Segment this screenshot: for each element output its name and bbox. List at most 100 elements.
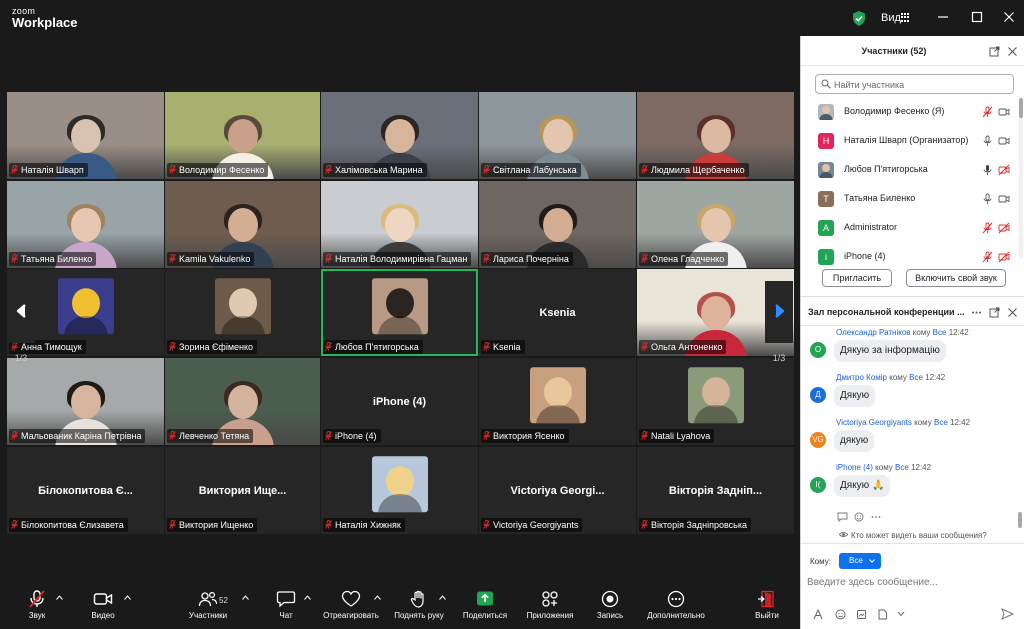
camera-off-icon[interactable] [998,164,1010,176]
participant-row[interactable]: Н Наталія Шварп (Организатор) [801,127,1017,155]
chat-more-icon[interactable] [971,307,982,318]
encryption-shield-icon[interactable] [852,11,866,26]
react-options-chevron-icon[interactable] [374,595,381,600]
video-tile[interactable]: Білокопитова Є... Білокопитова Єлизавета [7,447,164,534]
video-tile[interactable]: Natali Lyahova [637,358,794,445]
message-recipient[interactable]: Все [933,328,947,337]
video-tile[interactable]: Лариса Почерніна [479,181,636,268]
screenshot-icon[interactable] [856,609,867,620]
video-tile[interactable]: Victoriya Georgi... Victoriya Georgiyants [479,447,636,534]
mic-muted-icon [169,165,176,174]
video-tile[interactable]: iPhone (4) iPhone (4) [321,358,478,445]
video-tile[interactable]: Мальованик Каріна Петрівна [7,358,164,445]
invite-button[interactable]: Пригласить [822,269,892,287]
participant-row[interactable]: A Administrator [801,214,1017,242]
video-tile[interactable]: Ksenia Ksenia [479,269,636,356]
mic-muted-icon [169,342,176,351]
message-sender[interactable]: Олександр Ратніков [836,328,911,337]
raise-hand-options-chevron-icon[interactable] [439,595,446,600]
camera-off-icon[interactable] [998,251,1010,263]
chat-pop-out-icon[interactable] [989,307,1000,318]
leave-button[interactable]: Выйти [752,590,782,620]
message-sender[interactable]: Victoriya Georgiyants [836,418,912,427]
chat-button[interactable]: Чат [272,590,300,620]
eye-icon [839,532,848,537]
participant-row[interactable]: i iPhone (4) [801,243,1017,271]
more-button[interactable]: Дополнительно [642,590,710,620]
who-can-see-link[interactable]: Кто может видеть ваши сообщения? [839,530,987,540]
message-recipient[interactable]: Все [909,373,923,382]
close-chat-icon[interactable] [1007,307,1018,318]
video-tile[interactable]: Любов П'ятигорська [321,269,478,356]
video-tile[interactable]: Наталія Шварп [7,92,164,179]
participant-list-scrollbar[interactable] [1019,98,1023,258]
unmute-self-button[interactable]: Включить свой звук [906,269,1006,287]
video-tile[interactable]: Халімовська Марина [321,92,478,179]
message-sender[interactable]: iPhone (4) [836,463,873,472]
message-recipient[interactable]: Все [934,418,948,427]
message-recipient[interactable]: Все [895,463,909,472]
mic-icon[interactable] [982,135,993,147]
pop-out-icon[interactable] [989,46,1000,57]
participants-button[interactable]: Участники [186,590,230,620]
mic-muted-icon[interactable] [982,106,993,118]
video-options-chevron-icon[interactable] [124,595,131,600]
mic-speaking-icon[interactable] [982,164,993,176]
view-grid-icon[interactable] [901,13,910,22]
react-button[interactable]: Отреагировать [320,590,382,620]
prev-page-button[interactable]: 1/3 [7,281,35,363]
file-attach-icon[interactable] [877,609,888,620]
view-menu[interactable]: Вид [881,12,901,24]
participant-row[interactable]: Т Татьяна Биленко [801,185,1017,213]
mic-muted-icon[interactable] [982,222,993,234]
video-tile[interactable]: Світлана Лабунська [479,92,636,179]
search-input[interactable] [834,78,1009,91]
video-tile[interactable]: Виктория Ище... Виктория Ищенко [165,447,320,534]
video-tile[interactable]: Зорина Єфіменко [165,269,320,356]
format-text-icon[interactable] [813,609,824,620]
participant-row[interactable]: Любов П'ятигорська [801,156,1017,184]
emoji-reaction-icon[interactable] [854,512,864,522]
next-page-button[interactable]: 1/3 [765,281,793,363]
chat-scrollbar[interactable] [1018,330,1022,530]
mic-icon[interactable] [982,193,993,205]
send-icon[interactable] [1001,608,1014,620]
video-tile[interactable]: Левченко Тетяна [165,358,320,445]
video-tile[interactable]: Володимир Фесенко [165,92,320,179]
more-tools-chevron-icon[interactable] [897,611,905,617]
camera-icon[interactable] [998,193,1010,205]
share-button[interactable]: Поделиться [460,590,510,620]
participant-list-name: Татьяна Биленко [844,193,916,203]
record-button[interactable]: Запись [594,590,626,620]
video-tile[interactable]: Наталія Хижняк [321,447,478,534]
video-button[interactable]: Видео [88,590,118,620]
participant-search-box[interactable] [815,74,1014,94]
close-participants-icon[interactable] [1007,46,1018,57]
camera-icon[interactable] [998,106,1010,118]
apps-button[interactable]: Приложения [524,590,576,620]
chat-message-input[interactable] [807,574,1017,590]
participant-row[interactable]: Володимир Фесенко (Я) [801,98,1017,126]
video-tile[interactable]: Людмила Щербаченко [637,92,794,179]
camera-icon[interactable] [998,135,1010,147]
video-tile[interactable]: Вікторія Задніп... Вікторія Задніпровська [637,447,794,534]
message-more-icon[interactable] [871,512,881,522]
maximize-icon[interactable] [970,10,984,24]
reply-icon[interactable] [837,512,848,522]
chat-options-chevron-icon[interactable] [304,595,311,600]
audio-options-chevron-icon[interactable] [56,595,63,600]
video-tile[interactable]: Виктория Ясенко [479,358,636,445]
recipient-dropdown[interactable]: Все [839,553,881,569]
video-tile[interactable]: Татьяна Биленко [7,181,164,268]
video-tile[interactable]: Олена Гладченко [637,181,794,268]
audio-button[interactable]: Звук [22,590,52,620]
emoji-icon[interactable] [835,609,846,620]
message-sender[interactable]: Дмитро Комір [836,373,887,382]
participants-options-chevron-icon[interactable] [242,595,249,600]
minimize-icon[interactable] [936,10,950,24]
camera-off-icon[interactable] [998,222,1010,234]
close-icon[interactable] [1002,10,1016,24]
video-tile[interactable]: Наталія Володимирівна Гацман [321,181,478,268]
mic-muted-icon[interactable] [982,251,993,263]
video-tile[interactable]: Kamila Vakulenko [165,181,320,268]
